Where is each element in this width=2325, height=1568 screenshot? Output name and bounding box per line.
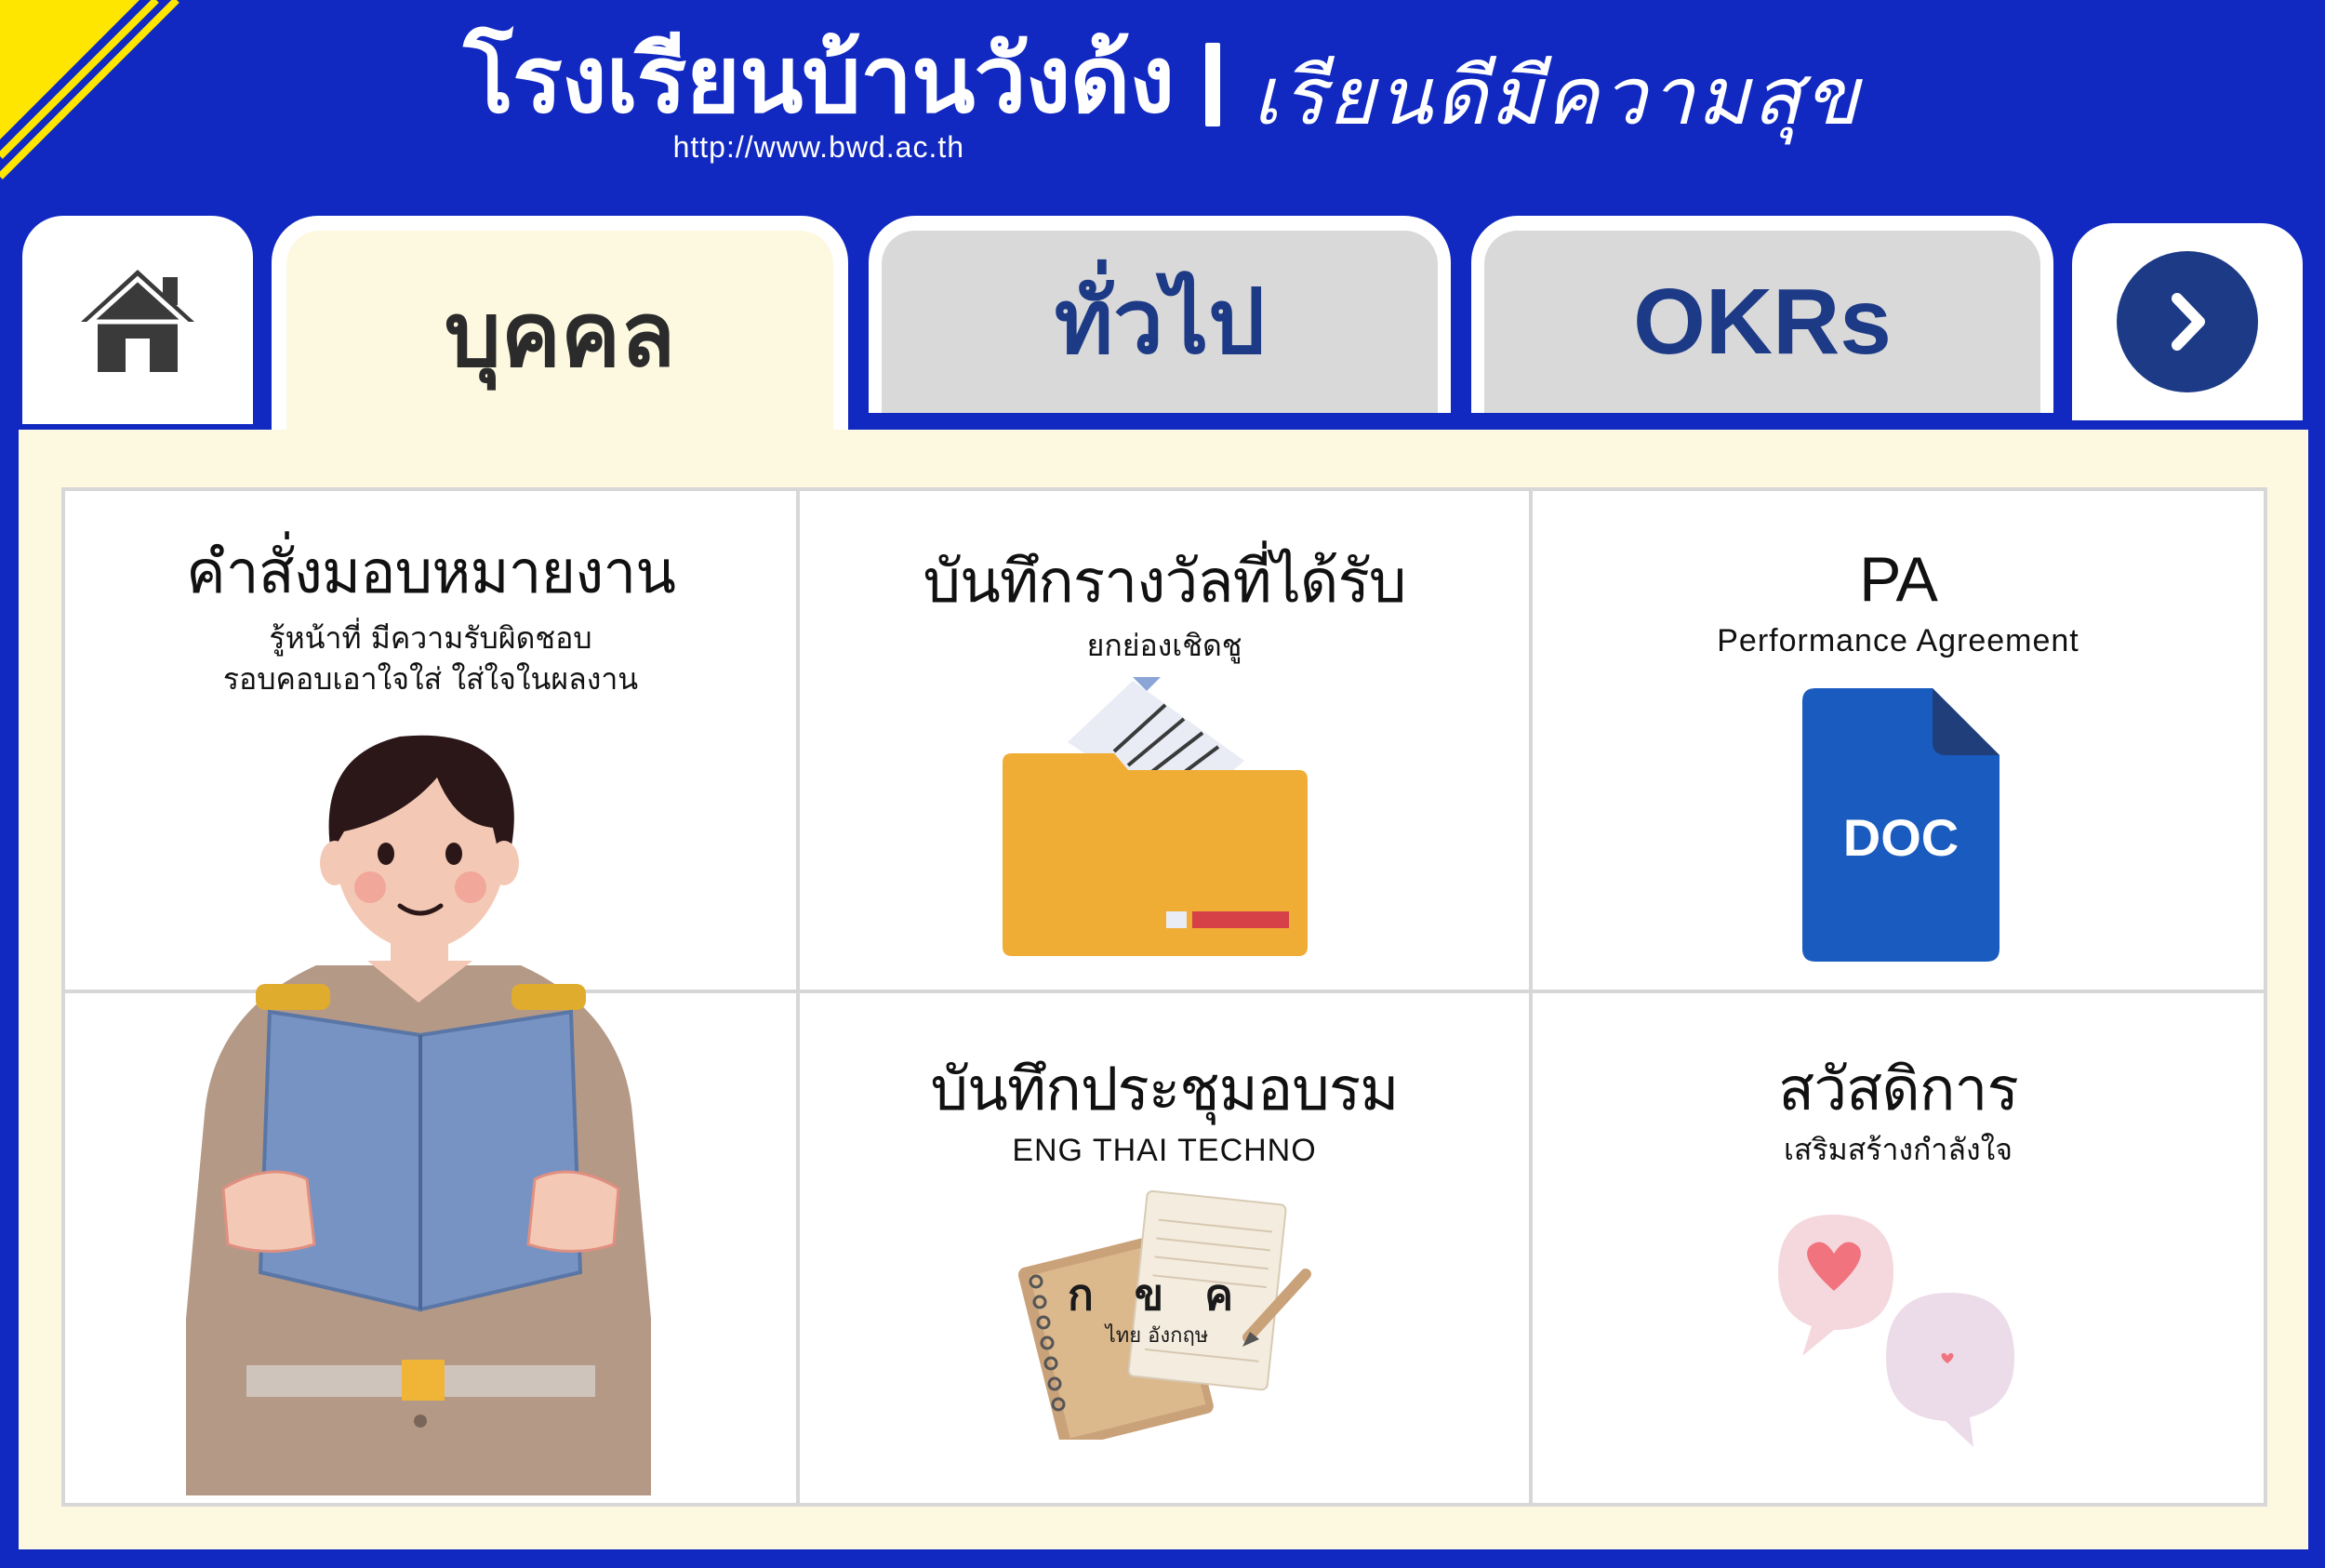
tab-next[interactable] bbox=[2072, 223, 2303, 420]
heart-chat-bubbles-icon bbox=[1778, 1215, 2014, 1447]
card-welfare-subtitle: เสริมสร้างกำลังใจ bbox=[1783, 1131, 2013, 1167]
school-name: โรงเรียนบ้านวังด้ง bbox=[463, 25, 1175, 134]
next-button[interactable] bbox=[2117, 251, 2258, 392]
home-icon bbox=[81, 270, 194, 372]
header-divider bbox=[1205, 43, 1221, 126]
card-assignment-subtitle-2: รอบคอบเอาใจใส่ ใส่ใจในผลงาน bbox=[222, 661, 639, 698]
card-training[interactable]: บันทึกประชุมอบรม ENG THAI TECHNO ก ข ค ไ… bbox=[800, 993, 1529, 1503]
doc-icon-label: DOC bbox=[1842, 808, 1960, 867]
card-welfare[interactable]: สวัสดิการ เสริมสร้างกำลังใจ bbox=[1533, 993, 2264, 1503]
card-awards-subtitle: ยกย่องเชิดชู bbox=[1086, 627, 1242, 663]
school-url[interactable]: http://www.bwd.ac.th bbox=[673, 130, 964, 165]
card-awards-title: บันทึกรางวัลที่ได้รับ bbox=[923, 548, 1407, 617]
tab-personnel[interactable]: บุคคล bbox=[272, 216, 848, 439]
tab-personnel-label: บุคคล bbox=[444, 283, 676, 387]
notebook-icon: ก ข ค ไทย อังกฤษ bbox=[1016, 1189, 1313, 1440]
chevron-right-icon bbox=[2172, 293, 2205, 351]
tab-okrs[interactable]: OKRs bbox=[1471, 216, 2053, 413]
school-motto: เรียนดีมีความสุข bbox=[1252, 50, 1862, 143]
tab-home[interactable] bbox=[22, 216, 253, 424]
teacher-reading-illustration bbox=[186, 735, 651, 1495]
notebook-caption: ไทย อังกฤษ bbox=[1105, 1324, 1209, 1348]
card-assignment-subtitle-1: รู้หน้าที่ มีความรับผิดชอบ bbox=[269, 619, 592, 656]
card-pa-title: PA bbox=[1859, 544, 1938, 615]
folder-icon bbox=[1003, 677, 1308, 956]
tab-okrs-label: OKRs bbox=[1633, 269, 1892, 374]
school-block: โรงเรียนบ้านวังด้ง http://www.bwd.ac.th bbox=[463, 25, 1175, 165]
content-panel: คำสั่งมอบหมายงาน รู้หน้าที่ มีความรับผิด… bbox=[19, 430, 2308, 1549]
card-assignment[interactable]: คำสั่งมอบหมายงาน รู้หน้าที่ มีความรับผิด… bbox=[65, 491, 796, 1503]
card-pa[interactable]: PA Performance Agreement DOC bbox=[1533, 491, 2264, 990]
card-training-title: บันทึกประชุมอบรม bbox=[930, 1056, 1400, 1124]
menu-grid: คำสั่งมอบหมายงาน รู้หน้าที่ มีความรับผิด… bbox=[61, 487, 2267, 1507]
card-awards[interactable]: บันทึกรางวัลที่ได้รับ ยกย่องเชิดชู bbox=[800, 491, 1529, 990]
card-welfare-title: สวัสดิการ bbox=[1778, 1056, 2019, 1124]
tab-general-inner: ทั่วไป bbox=[882, 231, 1438, 413]
card-pa-subtitle: Performance Agreement bbox=[1717, 623, 2079, 659]
tab-okrs-inner: OKRs bbox=[1484, 231, 2040, 413]
tab-general-label: ทั่วไป bbox=[1054, 270, 1266, 374]
tab-personnel-inner: บุคคล bbox=[286, 231, 833, 439]
tab-general[interactable]: ทั่วไป bbox=[869, 216, 1451, 413]
card-assignment-title: คำสั่งมอบหมายงาน bbox=[185, 538, 676, 607]
doc-file-icon: DOC bbox=[1802, 688, 2000, 962]
header-brand: โรงเรียนบ้านวังด้ง http://www.bwd.ac.th … bbox=[0, 19, 2325, 177]
card-training-subtitle: ENG THAI TECHNO bbox=[1012, 1132, 1317, 1168]
